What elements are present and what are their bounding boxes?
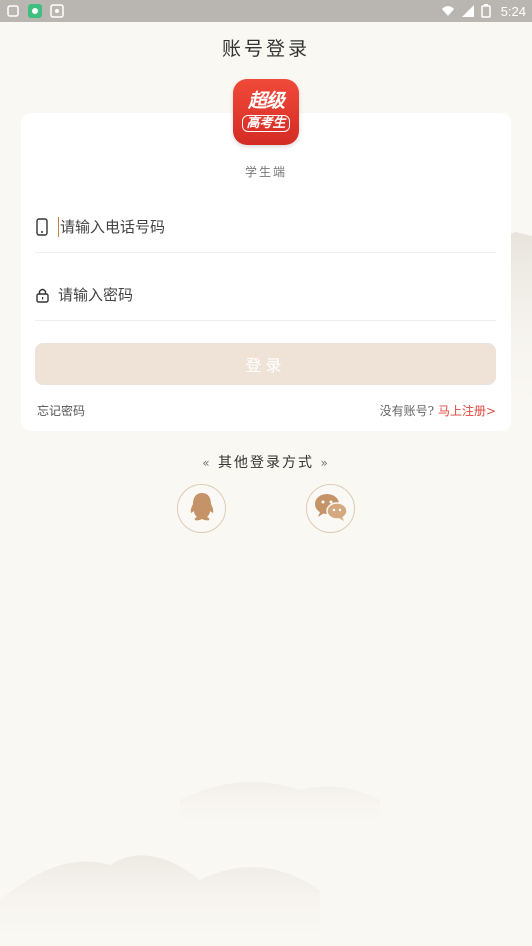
lock-icon bbox=[35, 286, 49, 304]
text-cursor bbox=[58, 216, 59, 237]
battery-icon bbox=[480, 4, 495, 18]
chevron-right-icon: » bbox=[320, 456, 330, 470]
login-button[interactable]: 登录 bbox=[35, 343, 496, 385]
notification-icon bbox=[6, 4, 20, 18]
no-account-text: 没有账号? bbox=[379, 404, 435, 418]
page-title: 账号登录 bbox=[221, 38, 310, 60]
signal-icon bbox=[461, 4, 475, 18]
password-field[interactable] bbox=[35, 269, 496, 321]
chevron-left-icon: « bbox=[202, 456, 212, 470]
app-notification-icon bbox=[28, 4, 42, 18]
phone-input[interactable] bbox=[60, 217, 440, 236]
app-logo: 超级 高考生 bbox=[233, 79, 299, 145]
password-input[interactable] bbox=[58, 285, 438, 304]
image-notification-icon bbox=[50, 4, 64, 18]
status-time: 5:24 bbox=[500, 3, 526, 19]
logo-text-bottom: 高考生 bbox=[242, 115, 290, 132]
qq-icon bbox=[188, 491, 216, 527]
qq-login-button[interactable] bbox=[177, 484, 226, 533]
wechat-login-button[interactable] bbox=[306, 484, 355, 533]
app-subtitle: 学生端 bbox=[244, 165, 287, 179]
register-prompt: 没有账号? 马上注册> bbox=[380, 402, 496, 419]
status-bar: 5:24 bbox=[0, 0, 532, 22]
wifi-icon bbox=[441, 4, 455, 18]
register-link[interactable]: 马上注册> bbox=[438, 404, 496, 418]
forgot-password-link[interactable]: 忘记密码 bbox=[37, 402, 85, 419]
wechat-icon bbox=[314, 492, 348, 526]
logo-text-top: 超级 bbox=[247, 90, 285, 112]
other-login-label: 其他登录方式 bbox=[218, 455, 314, 471]
other-login-title: « 其他登录方式 » bbox=[0, 452, 532, 472]
phone-field[interactable] bbox=[35, 201, 496, 253]
phone-icon bbox=[35, 217, 49, 236]
